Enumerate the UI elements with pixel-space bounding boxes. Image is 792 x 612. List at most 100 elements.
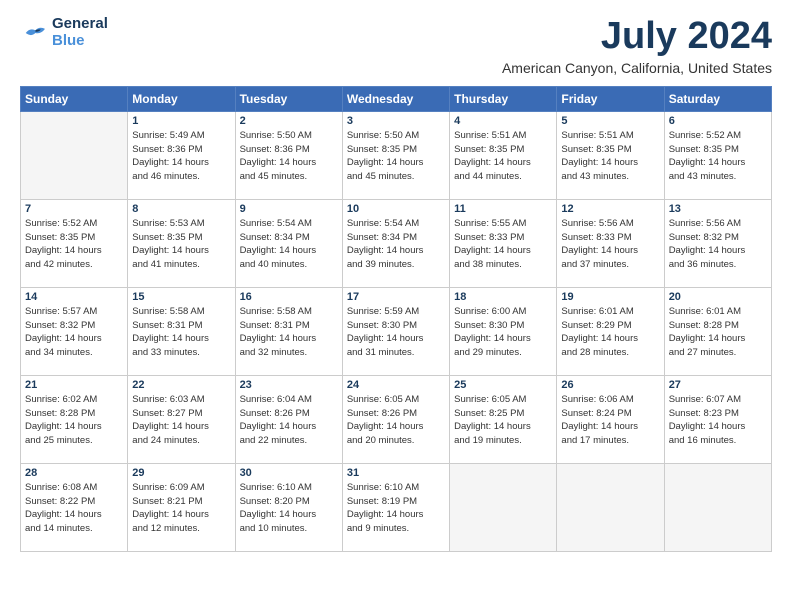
- day-info: Sunrise: 6:07 AM Sunset: 8:23 PM Dayligh…: [669, 393, 767, 448]
- calendar-week-1: 1Sunrise: 5:49 AM Sunset: 8:36 PM Daylig…: [21, 111, 772, 199]
- day-number: 20: [669, 291, 767, 303]
- logo-general: General: [52, 16, 108, 33]
- calendar-cell: 8 Sunrise: 5:53 AM Sunset: 8:35 PM Daylig…: [128, 199, 235, 287]
- calendar-cell: 14 Sunrise: 5:57 AM Sunset: 8:32 PM Dayli…: [21, 287, 128, 375]
- calendar-cell: 31 Sunrise: 6:10 AM Sunset: 8:19 PM Dayli…: [342, 463, 449, 551]
- day-number: 2: [240, 115, 338, 127]
- day-info: Sunrise: 6:06 AM Sunset: 8:24 PM Dayligh…: [561, 393, 659, 448]
- calendar-header-wednesday: Wednesday: [342, 86, 449, 111]
- day-info: Sunrise: 5:53 AM Sunset: 8:35 PM Dayligh…: [132, 217, 230, 272]
- day-info: Sunrise: 6:01 AM Sunset: 8:28 PM Dayligh…: [669, 305, 767, 360]
- day-info: Sunrise: 5:52 AM Sunset: 8:35 PM Dayligh…: [669, 129, 767, 184]
- day-number: 9: [240, 203, 338, 215]
- calendar-cell: 24 Sunrise: 6:05 AM Sunset: 8:26 PM Dayli…: [342, 375, 449, 463]
- header: General Blue July 2024 American Canyon, …: [20, 16, 772, 76]
- day-number: 29: [132, 467, 230, 479]
- calendar-cell: 15Sunrise: 5:58 AM Sunset: 8:31 PM Dayli…: [128, 287, 235, 375]
- calendar-week-4: 21Sunrise: 6:02 AM Sunset: 8:28 PM Dayli…: [21, 375, 772, 463]
- calendar-header-monday: Monday: [128, 86, 235, 111]
- day-info: Sunrise: 6:08 AM Sunset: 8:22 PM Dayligh…: [25, 481, 123, 536]
- day-info: Sunrise: 5:51 AM Sunset: 8:35 PM Dayligh…: [454, 129, 552, 184]
- day-info: Sunrise: 6:05 AM Sunset: 8:26 PM Dayligh…: [347, 393, 445, 448]
- logo: General Blue: [20, 16, 108, 49]
- day-number: 17: [347, 291, 445, 303]
- day-number: 25: [454, 379, 552, 391]
- calendar-header-tuesday: Tuesday: [235, 86, 342, 111]
- day-info: Sunrise: 5:57 AM Sunset: 8:32 PM Dayligh…: [25, 305, 123, 360]
- day-number: 10: [347, 203, 445, 215]
- calendar-cell: 28Sunrise: 6:08 AM Sunset: 8:22 PM Dayli…: [21, 463, 128, 551]
- day-number: 8: [132, 203, 230, 215]
- day-number: 26: [561, 379, 659, 391]
- calendar-header-row: SundayMondayTuesdayWednesdayThursdayFrid…: [21, 86, 772, 111]
- day-info: Sunrise: 5:50 AM Sunset: 8:35 PM Dayligh…: [347, 129, 445, 184]
- calendar-cell: 10 Sunrise: 5:54 AM Sunset: 8:34 PM Dayli…: [342, 199, 449, 287]
- calendar-cell: 29 Sunrise: 6:09 AM Sunset: 8:21 PM Dayli…: [128, 463, 235, 551]
- calendar-cell: 5 Sunrise: 5:51 AM Sunset: 8:35 PM Daylig…: [557, 111, 664, 199]
- calendar-cell: 13Sunrise: 5:56 AM Sunset: 8:32 PM Dayli…: [664, 199, 771, 287]
- day-info: Sunrise: 6:09 AM Sunset: 8:21 PM Dayligh…: [132, 481, 230, 536]
- calendar-cell: 3 Sunrise: 5:50 AM Sunset: 8:35 PM Daylig…: [342, 111, 449, 199]
- day-number: 30: [240, 467, 338, 479]
- day-info: Sunrise: 5:54 AM Sunset: 8:34 PM Dayligh…: [347, 217, 445, 272]
- day-number: 18: [454, 291, 552, 303]
- day-info: Sunrise: 5:56 AM Sunset: 8:32 PM Dayligh…: [669, 217, 767, 272]
- day-number: 4: [454, 115, 552, 127]
- calendar-cell: 21Sunrise: 6:02 AM Sunset: 8:28 PM Dayli…: [21, 375, 128, 463]
- day-info: Sunrise: 5:55 AM Sunset: 8:33 PM Dayligh…: [454, 217, 552, 272]
- calendar-header-thursday: Thursday: [450, 86, 557, 111]
- day-info: Sunrise: 6:02 AM Sunset: 8:28 PM Dayligh…: [25, 393, 123, 448]
- day-number: 1: [132, 115, 230, 127]
- day-number: 11: [454, 203, 552, 215]
- calendar-cell: 20 Sunrise: 6:01 AM Sunset: 8:28 PM Dayli…: [664, 287, 771, 375]
- calendar-cell: 25 Sunrise: 6:05 AM Sunset: 8:25 PM Dayli…: [450, 375, 557, 463]
- calendar-cell: 27Sunrise: 6:07 AM Sunset: 8:23 PM Dayli…: [664, 375, 771, 463]
- calendar-cell: 17Sunrise: 5:59 AM Sunset: 8:30 PM Dayli…: [342, 287, 449, 375]
- calendar-cell: 11 Sunrise: 5:55 AM Sunset: 8:33 PM Dayli…: [450, 199, 557, 287]
- page: General Blue July 2024 American Canyon, …: [0, 0, 792, 612]
- calendar-table: SundayMondayTuesdayWednesdayThursdayFrid…: [20, 86, 772, 552]
- day-number: 5: [561, 115, 659, 127]
- calendar-cell: 2 Sunrise: 5:50 AM Sunset: 8:36 PM Daylig…: [235, 111, 342, 199]
- day-info: Sunrise: 5:50 AM Sunset: 8:36 PM Dayligh…: [240, 129, 338, 184]
- day-info: Sunrise: 5:58 AM Sunset: 8:31 PM Dayligh…: [132, 305, 230, 360]
- calendar-cell: [21, 111, 128, 199]
- calendar-cell: [450, 463, 557, 551]
- calendar-cell: 6 Sunrise: 5:52 AM Sunset: 8:35 PM Daylig…: [664, 111, 771, 199]
- day-info: Sunrise: 6:04 AM Sunset: 8:26 PM Dayligh…: [240, 393, 338, 448]
- day-info: Sunrise: 5:54 AM Sunset: 8:34 PM Dayligh…: [240, 217, 338, 272]
- day-info: Sunrise: 6:10 AM Sunset: 8:19 PM Dayligh…: [347, 481, 445, 536]
- calendar-week-3: 14 Sunrise: 5:57 AM Sunset: 8:32 PM Dayli…: [21, 287, 772, 375]
- day-info: Sunrise: 6:05 AM Sunset: 8:25 PM Dayligh…: [454, 393, 552, 448]
- calendar-header-friday: Friday: [557, 86, 664, 111]
- calendar-header-saturday: Saturday: [664, 86, 771, 111]
- calendar-cell: 7Sunrise: 5:52 AM Sunset: 8:35 PM Daylig…: [21, 199, 128, 287]
- calendar-cell: 19 Sunrise: 6:01 AM Sunset: 8:29 PM Dayli…: [557, 287, 664, 375]
- logo-blue: Blue: [52, 33, 108, 50]
- calendar-cell: 26 Sunrise: 6:06 AM Sunset: 8:24 PM Dayli…: [557, 375, 664, 463]
- logo-bird-icon: [20, 22, 48, 44]
- day-info: Sunrise: 5:58 AM Sunset: 8:31 PM Dayligh…: [240, 305, 338, 360]
- calendar-cell: 1Sunrise: 5:49 AM Sunset: 8:36 PM Daylig…: [128, 111, 235, 199]
- day-number: 24: [347, 379, 445, 391]
- day-info: Sunrise: 6:00 AM Sunset: 8:30 PM Dayligh…: [454, 305, 552, 360]
- day-number: 6: [669, 115, 767, 127]
- calendar-cell: 4 Sunrise: 5:51 AM Sunset: 8:35 PM Daylig…: [450, 111, 557, 199]
- day-number: 31: [347, 467, 445, 479]
- calendar-week-2: 7Sunrise: 5:52 AM Sunset: 8:35 PM Daylig…: [21, 199, 772, 287]
- calendar-header-sunday: Sunday: [21, 86, 128, 111]
- day-number: 23: [240, 379, 338, 391]
- day-info: Sunrise: 5:56 AM Sunset: 8:33 PM Dayligh…: [561, 217, 659, 272]
- subtitle: American Canyon, California, United Stat…: [502, 60, 772, 76]
- day-number: 14: [25, 291, 123, 303]
- day-info: Sunrise: 6:01 AM Sunset: 8:29 PM Dayligh…: [561, 305, 659, 360]
- day-info: Sunrise: 6:03 AM Sunset: 8:27 PM Dayligh…: [132, 393, 230, 448]
- calendar-cell: [557, 463, 664, 551]
- day-number: 19: [561, 291, 659, 303]
- day-info: Sunrise: 5:51 AM Sunset: 8:35 PM Dayligh…: [561, 129, 659, 184]
- calendar-cell: 22 Sunrise: 6:03 AM Sunset: 8:27 PM Dayli…: [128, 375, 235, 463]
- day-number: 22: [132, 379, 230, 391]
- day-number: 3: [347, 115, 445, 127]
- calendar-cell: 18 Sunrise: 6:00 AM Sunset: 8:30 PM Dayli…: [450, 287, 557, 375]
- day-info: Sunrise: 5:52 AM Sunset: 8:35 PM Dayligh…: [25, 217, 123, 272]
